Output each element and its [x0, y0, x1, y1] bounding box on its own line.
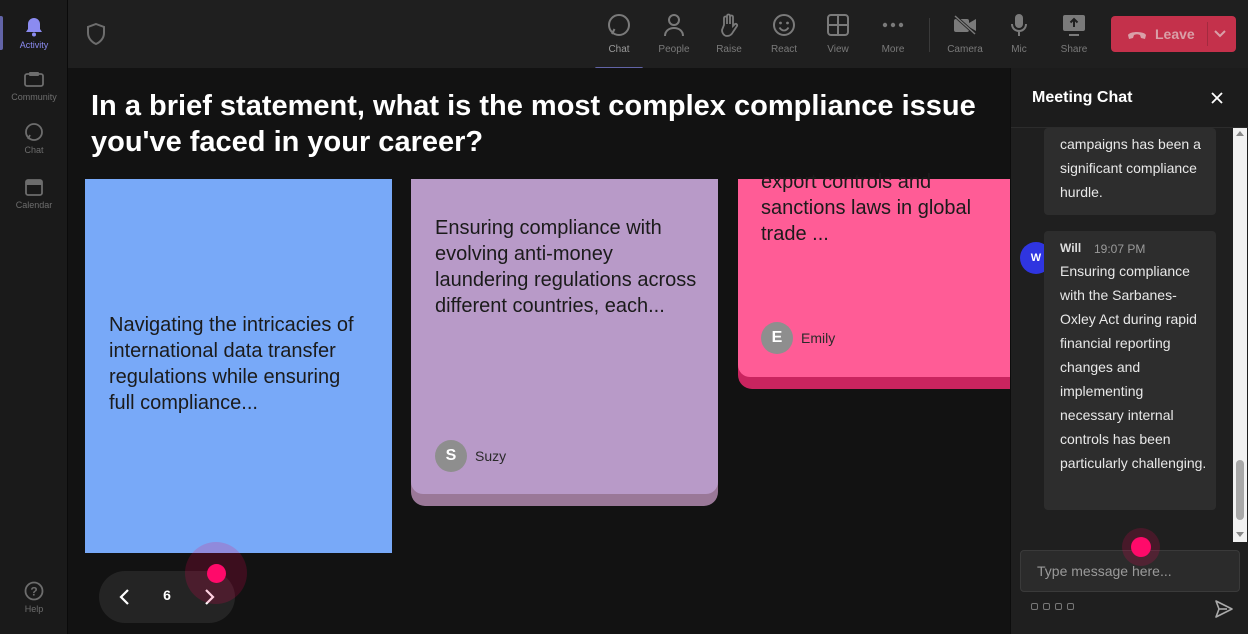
chat-scrollbar[interactable]	[1233, 128, 1247, 542]
chat-icon	[606, 12, 632, 38]
scroll-down-arrow-icon[interactable]	[1236, 532, 1244, 537]
toolbar-label: Chat	[608, 44, 630, 55]
camera-off-icon	[952, 12, 978, 38]
cursor-dot	[1131, 537, 1151, 557]
toolbar-mic-button[interactable]: Mic	[991, 10, 1047, 62]
help-icon: ?	[24, 581, 44, 601]
author-name: Suzy	[475, 448, 507, 464]
rail-label: Community	[11, 91, 57, 102]
hand-icon	[716, 12, 742, 38]
gif-icon[interactable]	[1067, 603, 1074, 610]
rail-item-community[interactable]: Community	[0, 60, 68, 110]
chat-title: Meeting Chat	[1032, 89, 1133, 106]
format-icon[interactable]	[1031, 603, 1038, 610]
rail-item-activity[interactable]: Activity	[0, 8, 68, 58]
author-name: Emily	[801, 330, 836, 346]
toolbar-view-button[interactable]: View	[810, 10, 866, 62]
meeting-toolbar: Chat People Raise React View More Camera…	[68, 0, 1248, 70]
response-card[interactable]: Ensuring compliance with evolving anti-m…	[411, 179, 718, 494]
meeting-app: Activity Community Chat Calendar ? Help	[0, 0, 1248, 634]
message-author: Will	[1060, 241, 1082, 255]
chat-header: Meeting Chat	[1011, 68, 1248, 128]
toolbar-label: Mic	[1011, 44, 1027, 55]
chevron-left-icon[interactable]	[115, 587, 135, 607]
rail-item-calendar[interactable]: Calendar	[0, 168, 68, 218]
scroll-up-arrow-icon[interactable]	[1236, 131, 1244, 136]
toolbar-more-button[interactable]: More	[865, 10, 921, 62]
toolbar-label: Camera	[947, 44, 983, 55]
send-icon[interactable]	[1214, 599, 1234, 619]
toolbar-people-button[interactable]: People	[646, 10, 702, 62]
response-card[interactable]: Navigating the intricacies of internatio…	[85, 179, 392, 553]
emoji-icon[interactable]	[1055, 603, 1062, 610]
toolbar-label: Share	[1060, 44, 1088, 55]
svg-text:?: ?	[30, 584, 37, 598]
smile-icon	[771, 12, 797, 38]
leave-button[interactable]: Leave	[1111, 16, 1236, 52]
close-icon[interactable]	[1209, 90, 1225, 106]
cursor-dot	[207, 564, 226, 583]
toolbar-react-button[interactable]: React	[756, 10, 812, 62]
rail-item-help[interactable]: ? Help	[0, 572, 68, 622]
card-text: Navigating the intricacies of internatio…	[109, 314, 354, 414]
message-time: 19:07 PM	[1094, 242, 1146, 256]
toolbar-label: Raise	[716, 44, 742, 55]
chat-message: campaigns has been a significant complia…	[1044, 128, 1216, 215]
meeting-chat-panel: Meeting Chat campaigns has been a signif…	[1010, 68, 1248, 634]
message-text: Ensuring compliance with the Sarbanes-Ox…	[1060, 263, 1207, 471]
leave-divider	[1207, 22, 1208, 46]
rail-item-chat[interactable]: Chat	[0, 113, 68, 163]
response-card[interactable]: export controls and sanctions laws in gl…	[738, 171, 1010, 377]
shield-icon[interactable]	[86, 22, 108, 46]
community-icon	[24, 69, 44, 89]
card-text: export controls and sanctions laws in gl…	[761, 171, 972, 245]
chat-icon	[24, 122, 44, 142]
rail-label: Chat	[24, 144, 44, 155]
rail-label: Calendar	[15, 199, 53, 210]
message-text: campaigns has been a significant complia…	[1060, 136, 1201, 200]
rail-label: Help	[24, 603, 44, 614]
share-icon	[1061, 12, 1087, 38]
leave-label: Leave	[1155, 26, 1195, 42]
toolbar-chat-button[interactable]: Chat	[591, 10, 647, 70]
toolbar-raise-button[interactable]: Raise	[701, 10, 757, 62]
more-icon	[880, 12, 906, 38]
toolbar-label: People	[658, 44, 690, 55]
question-title: In a brief statement, what is the most c…	[91, 90, 976, 158]
format-toolbar	[1031, 603, 1074, 610]
mic-icon	[1006, 12, 1032, 38]
grid-icon	[825, 12, 851, 38]
phone-hangup-icon	[1128, 32, 1146, 39]
toolbar-label: More	[881, 44, 905, 55]
page-number: 6	[163, 587, 171, 603]
avatar: S	[435, 440, 467, 472]
bell-icon	[24, 17, 44, 37]
card-text: Ensuring compliance with evolving anti-m…	[435, 217, 697, 317]
whiteboard-stage: In a brief statement, what is the most c…	[68, 68, 1010, 634]
toolbar-share-button[interactable]: Share	[1046, 10, 1102, 62]
rail-label: Activity	[19, 39, 49, 50]
calendar-icon	[24, 177, 44, 197]
left-rail: Activity Community Chat Calendar ? Help	[0, 0, 68, 634]
attach-icon[interactable]	[1043, 603, 1050, 610]
avatar: E	[761, 322, 793, 354]
toolbar-label: View	[827, 44, 849, 55]
scrollbar-thumb[interactable]	[1236, 460, 1244, 520]
toolbar-camera-button[interactable]: Camera	[937, 10, 993, 62]
toolbar-divider	[929, 18, 930, 52]
card-author: S Suzy	[435, 440, 506, 472]
toolbar-label: React	[770, 44, 798, 55]
card-author: E Emily	[761, 322, 835, 354]
chevron-down-icon[interactable]	[1213, 28, 1227, 38]
people-icon	[661, 12, 687, 38]
chat-message: Ensuring compliance with the Sarbanes-Ox…	[1044, 231, 1216, 510]
